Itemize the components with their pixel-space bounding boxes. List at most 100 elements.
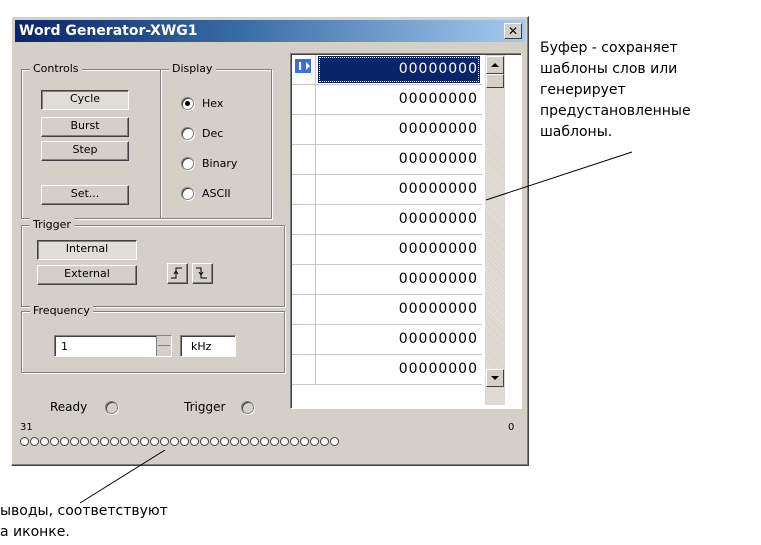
ready-label: Ready [50, 400, 88, 414]
buffer-row-marker [292, 325, 316, 354]
output-pin[interactable] [180, 437, 189, 446]
set-button[interactable]: Set... [41, 185, 129, 205]
arrow-down-icon [491, 376, 499, 380]
output-pin[interactable] [300, 437, 309, 446]
buffer-row[interactable]: 00000000 [292, 205, 482, 235]
output-pin[interactable] [90, 437, 99, 446]
svg-text:I: I [298, 60, 302, 73]
ready-indicator [105, 401, 118, 414]
output-pin[interactable] [270, 437, 279, 446]
scroll-up-button[interactable] [486, 56, 504, 74]
buffer-row[interactable]: 00000000 [292, 175, 482, 205]
spinner-down-icon[interactable] [158, 346, 170, 355]
output-pin[interactable] [110, 437, 119, 446]
spinner-up-icon[interactable] [158, 336, 170, 346]
output-pin[interactable] [290, 437, 299, 446]
output-pin[interactable] [260, 437, 269, 446]
buffer-row-value: 00000000 [398, 241, 478, 257]
internal-button[interactable]: Internal [37, 240, 137, 260]
output-pin[interactable] [150, 437, 159, 446]
falling-edge-glyph [196, 267, 207, 279]
buffer-row[interactable]: 00000000 [292, 265, 482, 295]
buffer-row[interactable]: I 00000000 [292, 55, 482, 85]
buffer-row[interactable]: 00000000 [292, 115, 482, 145]
output-pin[interactable] [250, 437, 259, 446]
buffer-note-line: шаблоны. [540, 124, 613, 140]
trigger-indicator [241, 401, 254, 414]
binary-radio[interactable] [181, 157, 194, 170]
buffer-note-line: шаблоны слов или [540, 61, 678, 77]
binary-label: Binary [202, 157, 238, 170]
output-pin[interactable] [200, 437, 209, 446]
cursor-marker-icon: I [295, 59, 311, 73]
buffer-row[interactable]: 00000000 [292, 235, 482, 265]
output-pin[interactable] [320, 437, 329, 446]
buffer-panel[interactable]: I 00000000 00000000 00000000 00000000 0000000… [290, 53, 522, 409]
output-pin[interactable] [50, 437, 59, 446]
buffer-row-value: 00000000 [398, 211, 478, 227]
rising-edge-icon[interactable] [167, 263, 188, 284]
trigger-legend: Trigger [30, 218, 74, 232]
buffer-row-value: 00000000 [398, 61, 478, 77]
buffer-list[interactable]: I 00000000 00000000 00000000 00000000 0000000… [292, 55, 484, 405]
buffer-row-value: 00000000 [398, 91, 478, 107]
buffer-row-value: 00000000 [398, 151, 478, 167]
frequency-unit: kHz [191, 340, 212, 353]
pins-note-line: ыводы, соответствуют [0, 503, 168, 519]
buffer-row[interactable]: 00000000 [292, 355, 482, 385]
frequency-unit-box[interactable]: kHz [180, 335, 236, 357]
output-pin[interactable] [120, 437, 129, 446]
output-pin[interactable] [330, 437, 339, 446]
output-pin[interactable] [280, 437, 289, 446]
ascii-radio[interactable] [181, 187, 194, 200]
output-pin[interactable] [70, 437, 79, 446]
output-pin[interactable] [210, 437, 219, 446]
output-pin[interactable] [220, 437, 229, 446]
frequency-spinner[interactable] [156, 336, 171, 356]
output-pin[interactable] [20, 437, 29, 446]
dec-radio[interactable] [181, 127, 194, 140]
buffer-row-value: 00000000 [398, 271, 478, 287]
ascii-label: ASCII [202, 187, 231, 200]
output-pin[interactable] [60, 437, 69, 446]
buffer-row-marker [292, 85, 316, 114]
buffer-row[interactable]: 00000000 [292, 295, 482, 325]
output-pin[interactable] [230, 437, 239, 446]
external-button[interactable]: External [37, 265, 137, 285]
output-pin[interactable] [40, 437, 49, 446]
output-pin[interactable] [170, 437, 179, 446]
output-pin[interactable] [100, 437, 109, 446]
buffer-row[interactable]: 00000000 [292, 145, 482, 175]
frequency-legend: Frequency [30, 304, 93, 318]
buffer-note-line: предустановленные [540, 103, 691, 119]
display-legend: Display [169, 62, 216, 76]
output-pin[interactable] [310, 437, 319, 446]
hex-radio[interactable] [181, 97, 194, 110]
step-button[interactable]: Step [41, 141, 129, 161]
scroll-thumb[interactable] [486, 74, 504, 88]
frequency-input[interactable]: 1 [54, 335, 172, 357]
cycle-button[interactable]: Cycle [41, 90, 129, 110]
output-pin[interactable] [80, 437, 89, 446]
title-bar[interactable]: Word Generator-XWG1 ✕ [15, 20, 525, 42]
falling-edge-icon[interactable] [192, 263, 213, 284]
output-pin[interactable] [240, 437, 249, 446]
output-pin[interactable] [30, 437, 39, 446]
output-pin[interactable] [190, 437, 199, 446]
output-pin[interactable] [140, 437, 149, 446]
trigger-status-label: Trigger [184, 400, 226, 414]
buffer-row[interactable]: 00000000 [292, 85, 482, 115]
buffer-row[interactable]: 00000000 [292, 325, 482, 355]
arrow-up-icon [491, 63, 499, 67]
buffer-row-marker [292, 295, 316, 324]
buffer-row-value: 00000000 [398, 181, 478, 197]
burst-button[interactable]: Burst [41, 117, 129, 137]
output-pin[interactable] [130, 437, 139, 446]
buffer-scrollbar[interactable] [485, 55, 505, 405]
close-button[interactable]: ✕ [504, 23, 522, 39]
buffer-note-line: Буфер - сохраняет [540, 40, 678, 56]
output-pin[interactable] [160, 437, 169, 446]
scroll-down-button[interactable] [486, 369, 504, 387]
pins-note-line: а иконке. [0, 524, 70, 540]
buffer-annotation: Буфер - сохраняет шаблоны слов или генер… [540, 38, 691, 143]
